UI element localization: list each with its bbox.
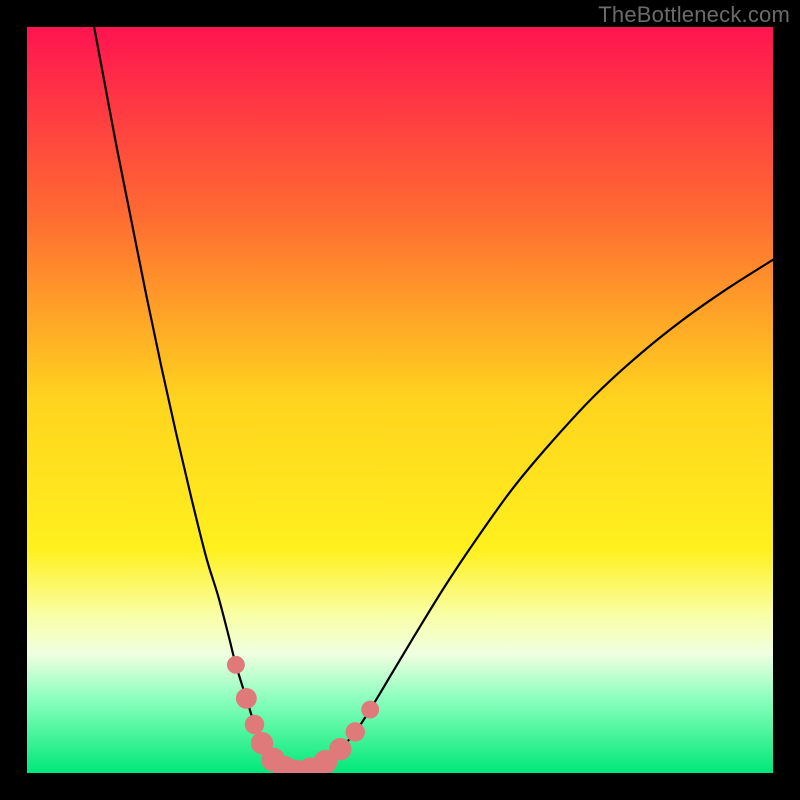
chart-plot-area xyxy=(27,27,773,773)
marker-dot xyxy=(346,722,365,741)
marker-dot xyxy=(245,715,264,734)
marker-dot xyxy=(329,738,351,760)
marker-dot xyxy=(236,688,257,709)
marker-dot xyxy=(227,656,245,674)
app-frame: TheBottleneck.com xyxy=(0,0,800,800)
watermark-text: TheBottleneck.com xyxy=(598,2,790,28)
chart-svg xyxy=(27,27,773,773)
marker-dot xyxy=(361,701,379,719)
